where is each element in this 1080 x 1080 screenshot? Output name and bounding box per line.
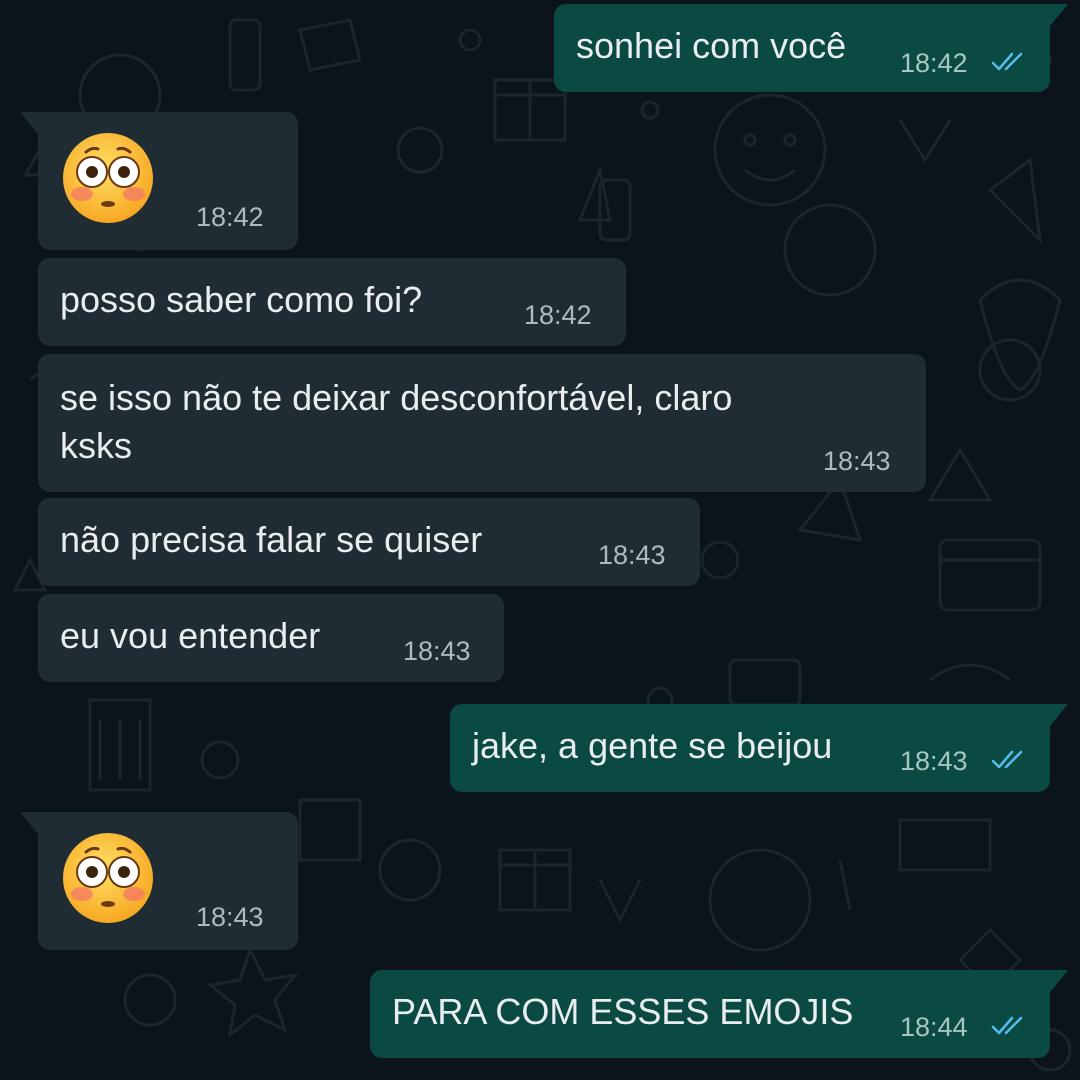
- message-time: 18:42: [524, 300, 592, 330]
- message-time: 18:43: [403, 636, 471, 666]
- message-text: não precisa falar se quiser: [60, 519, 483, 560]
- message-time: 18:43: [823, 446, 891, 476]
- flushed-face-emoji: [63, 133, 153, 223]
- bubble-tail: [1050, 970, 1068, 992]
- read-ticks-icon: [991, 1016, 1023, 1035]
- bubble-tail: [20, 812, 38, 834]
- message-bubble-incoming[interactable]: eu vou entender 18:43: [38, 594, 504, 682]
- chat-area[interactable]: sonhei com você 18:42 18:42 posso saber …: [0, 0, 1080, 1080]
- message-time: 18:43: [598, 540, 666, 570]
- message-time: 18:43: [196, 902, 264, 932]
- message-text: sonhei com você: [576, 25, 847, 66]
- message-text: eu vou entender: [60, 615, 321, 656]
- message-bubble-incoming[interactable]: 18:42: [20, 112, 298, 250]
- bubble-tail: [20, 112, 38, 134]
- read-ticks-icon: [991, 52, 1023, 71]
- message-time: 18:42: [196, 202, 264, 232]
- message-bubble-incoming[interactable]: não precisa falar se quiser 18:43: [38, 498, 700, 586]
- message-time: 18:43: [900, 746, 968, 776]
- read-ticks-icon: [991, 750, 1023, 769]
- message-text: posso saber como foi?: [60, 279, 423, 320]
- flushed-face-emoji: [63, 833, 153, 923]
- message-bubble-incoming[interactable]: posso saber como foi? 18:42: [38, 258, 626, 346]
- bubble-tail: [1050, 4, 1068, 26]
- message-time: 18:44: [900, 1012, 968, 1042]
- message-bubble-incoming[interactable]: 18:43: [20, 812, 298, 950]
- message-bubble-outgoing[interactable]: jake, a gente se beijou 18:43: [450, 704, 1068, 792]
- bubble-tail: [1050, 704, 1068, 726]
- message-time: 18:42: [900, 48, 968, 78]
- message-text: PARA COM ESSES EMOJIS: [392, 991, 854, 1032]
- message-bubble-outgoing[interactable]: PARA COM ESSES EMOJIS 18:44: [370, 970, 1068, 1058]
- message-bubble-incoming[interactable]: se isso não te deixar desconfortável, cl…: [38, 354, 926, 492]
- message-bubble-outgoing[interactable]: sonhei com você 18:42: [554, 4, 1068, 92]
- message-text-line-2: ksks: [60, 425, 132, 466]
- message-text: jake, a gente se beijou: [472, 725, 833, 766]
- message-text-line-1: se isso não te deixar desconfortável, cl…: [60, 377, 733, 418]
